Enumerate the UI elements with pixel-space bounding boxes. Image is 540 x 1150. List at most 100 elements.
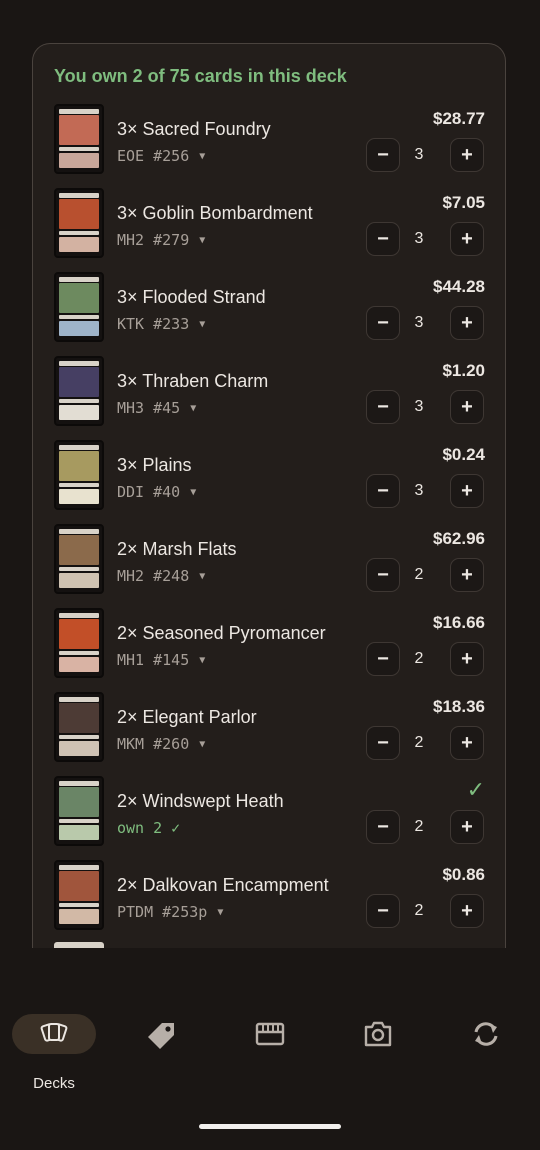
card-owned-label: own 2 ✓ (117, 819, 181, 837)
card-printing-selector[interactable]: EOE #256 ▼ (117, 147, 205, 165)
card-printing-selector[interactable]: DDI #40 ▼ (117, 483, 196, 501)
card-thumbnail[interactable] (54, 104, 104, 174)
card-quantity: 2 (414, 566, 424, 583)
chevron-down-icon: ▼ (199, 151, 206, 162)
card-printing-selector[interactable]: PTDM #253p ▼ (117, 903, 223, 921)
increase-quantity-button[interactable]: + (450, 138, 484, 172)
bottom-navigation: Decks (0, 1000, 540, 1100)
card-row[interactable]: 2× Seasoned Pyromancer MH1 #145 ▼ $16.66 … (33, 606, 505, 690)
card-quantity: 2 (414, 650, 424, 667)
card-art (59, 535, 99, 565)
card-set-code: MH1 #145 (117, 651, 190, 669)
card-art (59, 283, 99, 313)
card-price: $28.77 (433, 109, 485, 128)
home-indicator[interactable] (199, 1124, 341, 1129)
nav-decks-label: Decks (33, 1075, 75, 1092)
increase-quantity-button[interactable]: + (450, 726, 484, 760)
nav-scan[interactable] (336, 1014, 420, 1054)
card-set-code: EOE #256 (117, 147, 190, 165)
decrease-quantity-button[interactable]: − (366, 138, 400, 172)
card-row[interactable]: 2× Marsh Flats MH2 #248 ▼ $62.96 − 2 + (33, 522, 505, 606)
card-row[interactable]: 2× Elegant Parlor MKM #260 ▼ $18.36 − 2 + (33, 690, 505, 774)
card-name: 3× Flooded Strand (117, 287, 266, 307)
nav-sync[interactable] (444, 1014, 528, 1054)
card-set-code: MH3 #45 (117, 399, 181, 417)
chevron-down-icon: ▼ (199, 235, 206, 246)
card-quantity: 3 (414, 482, 424, 499)
card-printing-selector[interactable]: KTK #233 ▼ (117, 315, 205, 333)
card-thumbnail[interactable] (54, 524, 104, 594)
nav-collection[interactable] (228, 1014, 312, 1054)
increase-quantity-button[interactable]: + (450, 306, 484, 340)
decrease-quantity-button[interactable]: − (366, 558, 400, 592)
card-printing-selector[interactable]: MH2 #279 ▼ (117, 231, 205, 249)
card-set-code: KTK #233 (117, 315, 190, 333)
card-quantity: 3 (414, 146, 424, 163)
increase-quantity-button[interactable]: + (450, 474, 484, 508)
decrease-quantity-button[interactable]: − (366, 306, 400, 340)
card-row[interactable]: 2× Windswept Heath own 2 ✓ ✓ − 2 + (33, 774, 505, 858)
card-row[interactable]: 3× Plains DDI #40 ▼ $0.24 − 3 + (33, 438, 505, 522)
card-row[interactable]: 2× Dalkovan Encampment PTDM #253p ▼ $0.86… (33, 858, 505, 942)
card-art (59, 451, 99, 481)
card-price: $16.66 (433, 613, 485, 632)
card-thumbnail[interactable] (54, 188, 104, 258)
chevron-down-icon: ▼ (199, 739, 206, 750)
decrease-quantity-button[interactable]: − (366, 810, 400, 844)
card-price: $44.28 (433, 277, 485, 296)
card-thumbnail[interactable] (54, 356, 104, 426)
card-price: $7.05 (442, 193, 485, 212)
nav-decks[interactable]: Decks (12, 1014, 96, 1092)
increase-quantity-button[interactable]: + (450, 894, 484, 928)
card-set-code: MKM #260 (117, 735, 190, 753)
card-set-code: DDI #40 (117, 483, 181, 501)
card-thumbnail[interactable] (54, 692, 104, 762)
card-art (59, 199, 99, 229)
decrease-quantity-button[interactable]: − (366, 894, 400, 928)
card-row[interactable]: 3× Flooded Strand KTK #233 ▼ $44.28 − 3 + (33, 270, 505, 354)
card-art (59, 367, 99, 397)
decrease-quantity-button[interactable]: − (366, 474, 400, 508)
card-name: 2× Windswept Heath (117, 791, 284, 811)
increase-quantity-button[interactable]: + (450, 222, 484, 256)
card-thumbnail[interactable] (54, 860, 104, 930)
decrease-quantity-button[interactable]: − (366, 642, 400, 676)
card-owned-status: own 2 ✓ (117, 819, 180, 837)
card-name: 2× Seasoned Pyromancer (117, 623, 326, 643)
increase-quantity-button[interactable]: + (450, 642, 484, 676)
card-name: 2× Elegant Parlor (117, 707, 257, 727)
card-set-code: MH2 #279 (117, 231, 190, 249)
card-thumbnail[interactable] (54, 776, 104, 846)
card-thumbnail[interactable] (54, 272, 104, 342)
card-printing-selector[interactable]: MKM #260 ▼ (117, 735, 205, 753)
card-set-code: PTDM #253p (117, 903, 208, 921)
decrease-quantity-button[interactable]: − (366, 222, 400, 256)
increase-quantity-button[interactable]: + (450, 810, 484, 844)
card-art (59, 703, 99, 733)
card-row[interactable]: 3× Goblin Bombardment MH2 #279 ▼ $7.05 − … (33, 186, 505, 270)
card-price: $62.96 (433, 529, 485, 548)
card-thumbnail[interactable] (54, 608, 104, 678)
card-quantity: 3 (414, 398, 424, 415)
card-list[interactable]: 3× Sacred Foundry EOE #256 ▼ $28.77 − 3 +… (33, 102, 505, 942)
card-art (59, 115, 99, 145)
owned-check-icon: ✓ (466, 777, 485, 802)
decrease-quantity-button[interactable]: − (366, 726, 400, 760)
card-row[interactable]: 3× Thraben Charm MH3 #45 ▼ $1.20 − 3 + (33, 354, 505, 438)
card-printing-selector[interactable]: MH1 #145 ▼ (117, 651, 205, 669)
card-price: $0.86 (442, 865, 485, 884)
nav-prices[interactable] (120, 1014, 204, 1054)
card-printing-selector[interactable]: MH2 #248 ▼ (117, 567, 205, 585)
card-row[interactable]: 3× Sacred Foundry EOE #256 ▼ $28.77 − 3 + (33, 102, 505, 186)
increase-quantity-button[interactable]: + (450, 558, 484, 592)
card-name: 3× Sacred Foundry (117, 119, 271, 139)
card-thumbnail[interactable] (54, 440, 104, 510)
card-printing-selector[interactable]: MH3 #45 ▼ (117, 399, 196, 417)
chevron-down-icon: ▼ (217, 907, 224, 918)
card-name: 2× Marsh Flats (117, 539, 237, 559)
decrease-quantity-button[interactable]: − (366, 390, 400, 424)
card-quantity: 3 (414, 230, 424, 247)
chevron-down-icon: ▼ (199, 655, 206, 666)
increase-quantity-button[interactable]: + (450, 390, 484, 424)
chevron-down-icon: ▼ (190, 487, 197, 498)
